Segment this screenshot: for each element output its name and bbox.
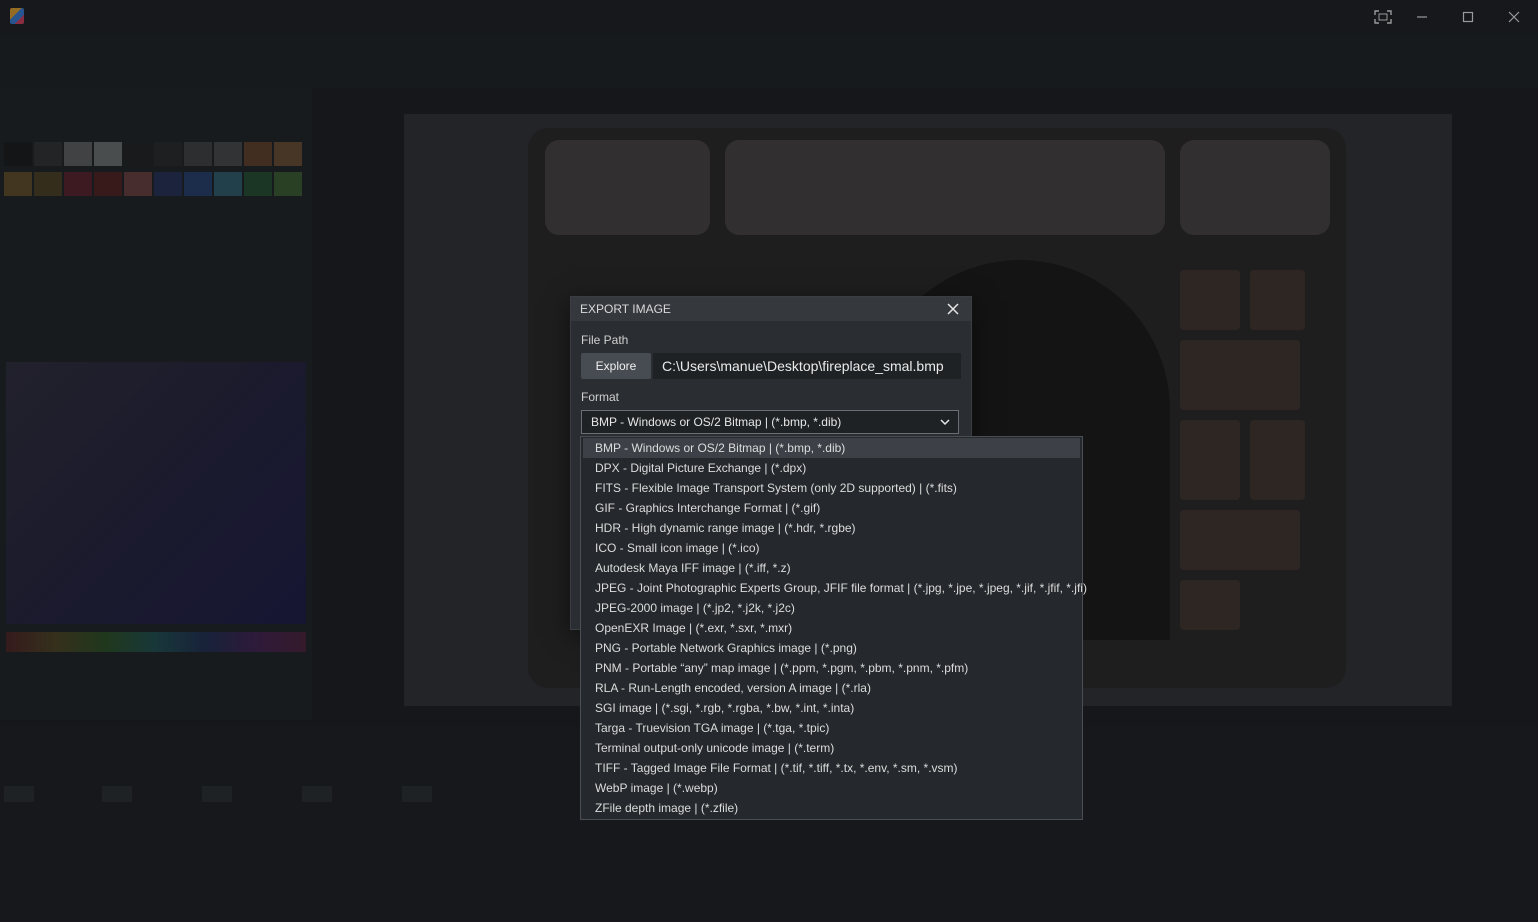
explore-button[interactable]: Explore — [581, 353, 651, 379]
format-option[interactable]: RLA - Run-Length encoded, version A imag… — [583, 678, 1080, 698]
format-selected-value: BMP - Windows or OS/2 Bitmap | (*.bmp, *… — [591, 415, 842, 429]
format-option[interactable]: GIF - Graphics Interchange Format | (*.g… — [583, 498, 1080, 518]
format-option[interactable]: PNG - Portable Network Graphics image | … — [583, 638, 1080, 658]
file-path-label: File Path — [581, 333, 629, 347]
format-option[interactable]: SGI image | (*.sgi, *.rgb, *.rgba, *.bw,… — [583, 698, 1080, 718]
dialog-header: EXPORT IMAGE — [571, 297, 971, 321]
chevron-down-icon — [938, 415, 952, 432]
format-option[interactable]: HDR - High dynamic range image | (*.hdr,… — [583, 518, 1080, 538]
file-path-input[interactable] — [653, 353, 961, 379]
format-option[interactable]: Autodesk Maya IFF image | (*.iff, *.z) — [583, 558, 1080, 578]
dialog-close-icon[interactable] — [944, 300, 962, 318]
format-option[interactable]: Terminal output-only unicode image | (*.… — [583, 738, 1080, 758]
format-option[interactable]: FITS - Flexible Image Transport System (… — [583, 478, 1080, 498]
format-select[interactable]: BMP - Windows or OS/2 Bitmap | (*.bmp, *… — [581, 410, 959, 434]
format-option[interactable]: JPEG-2000 image | (*.jp2, *.j2k, *.j2c) — [583, 598, 1080, 618]
format-option[interactable]: OpenEXR Image | (*.exr, *.sxr, *.mxr) — [583, 618, 1080, 638]
format-option[interactable]: WebP image | (*.webp) — [583, 778, 1080, 798]
format-option[interactable]: DPX - Digital Picture Exchange | (*.dpx) — [583, 458, 1080, 478]
format-label: Format — [581, 390, 620, 404]
dialog-title: EXPORT IMAGE — [580, 302, 671, 316]
format-option[interactable]: ICO - Small icon image | (*.ico) — [583, 538, 1080, 558]
format-option[interactable]: BMP - Windows or OS/2 Bitmap | (*.bmp, *… — [583, 438, 1080, 458]
format-dropdown-list: BMP - Windows or OS/2 Bitmap | (*.bmp, *… — [580, 436, 1087, 820]
format-option[interactable]: Targa - Truevision TGA image | (*.tga, *… — [583, 718, 1080, 738]
format-option[interactable]: ZFile depth image | (*.zfile) — [583, 798, 1080, 818]
format-option[interactable]: TIFF - Tagged Image File Format | (*.tif… — [583, 758, 1080, 778]
format-option[interactable]: JPEG - Joint Photographic Experts Group,… — [583, 578, 1087, 598]
format-option[interactable]: PNM - Portable “any” map image | (*.ppm,… — [583, 658, 1080, 678]
